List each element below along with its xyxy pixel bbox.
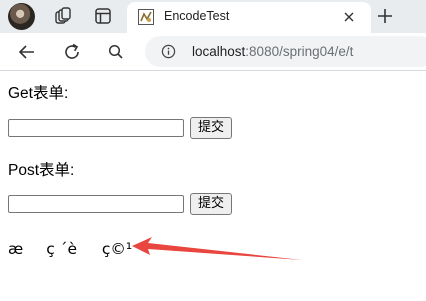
- tab-title: EncodeTest: [164, 9, 230, 23]
- url-path: :8080/spring04/e/t: [245, 44, 354, 59]
- url-text[interactable]: localhost:8080/spring04/e/t: [192, 44, 353, 59]
- favicon: [138, 9, 154, 25]
- info-icon[interactable]: [161, 44, 176, 59]
- url-host: localhost: [192, 44, 246, 59]
- new-tab-icon[interactable]: [375, 6, 395, 26]
- tab-actions-icon[interactable]: [93, 6, 113, 26]
- navigation-toolbar: localhost:8080/spring04/e/t: [0, 33, 426, 71]
- avatar[interactable]: [8, 3, 35, 30]
- active-tab[interactable]: EncodeTest: [127, 2, 371, 33]
- address-bar[interactable]: localhost:8080/spring04/e/t: [145, 36, 426, 67]
- page-content: Get表单: 提交 Post表单: 提交 æ ç ´èç©¹: [0, 71, 426, 301]
- tab-strip: EncodeTest: [0, 0, 426, 33]
- back-icon[interactable]: [17, 42, 37, 62]
- refresh-icon[interactable]: [62, 42, 82, 62]
- post-form-input[interactable]: [8, 195, 184, 213]
- get-submit-button[interactable]: 提交: [190, 117, 232, 139]
- get-form-label: Get表单:: [8, 85, 69, 102]
- red-arrow-annotation: [132, 237, 302, 260]
- garbled-result-text: æ ç ´èç©¹: [8, 240, 133, 258]
- close-icon[interactable]: [343, 11, 355, 23]
- search-icon[interactable]: [106, 42, 126, 62]
- post-form-label: Post表单:: [8, 162, 75, 179]
- post-submit-button[interactable]: 提交: [190, 193, 232, 215]
- get-form-input[interactable]: [8, 119, 184, 137]
- workspaces-icon[interactable]: [53, 6, 73, 26]
